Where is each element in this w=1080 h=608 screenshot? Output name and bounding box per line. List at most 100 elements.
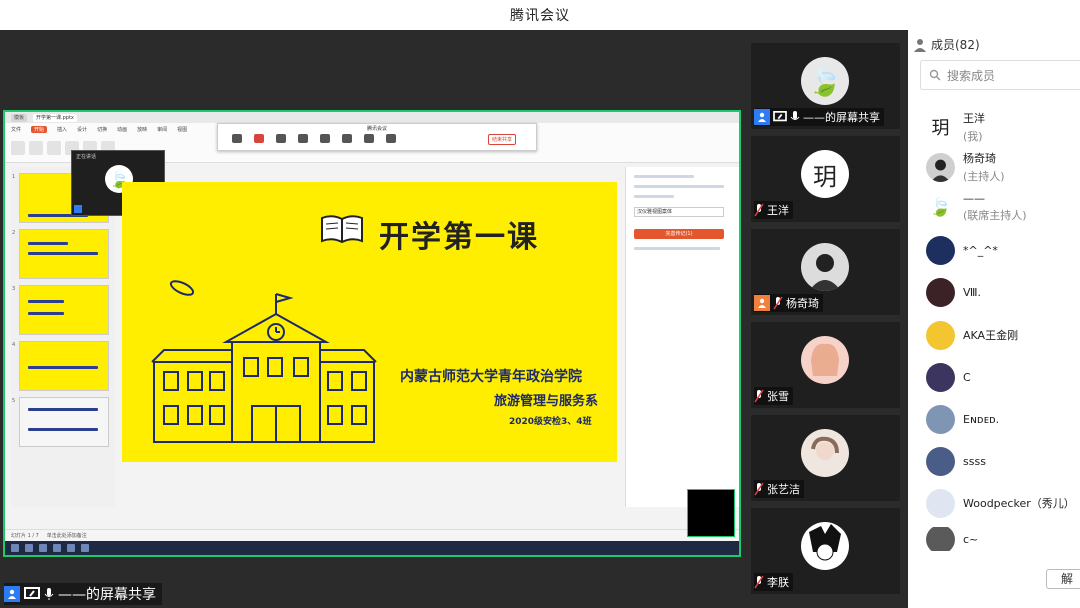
girl-icon: [801, 336, 849, 384]
member-name: c~: [963, 532, 979, 546]
mic-icon[interactable]: [232, 134, 242, 143]
person-icon: [801, 243, 849, 291]
ribbon-view[interactable]: 视图: [177, 126, 187, 133]
app-icon[interactable]: [81, 544, 89, 552]
search-icon[interactable]: [25, 544, 33, 552]
tool-icon[interactable]: [29, 141, 43, 155]
member-item[interactable]: c~: [926, 527, 1080, 551]
book-icon: [321, 215, 363, 244]
member-item[interactable]: C: [926, 360, 1080, 394]
camera-icon[interactable]: [254, 134, 264, 143]
member-header: 成员(82): [913, 36, 980, 53]
member-name: 王洋: [963, 112, 985, 125]
member-item[interactable]: *^_^*: [926, 233, 1080, 267]
member-name: ssss: [963, 454, 986, 468]
bottom-action-button[interactable]: 解: [1046, 569, 1080, 589]
member-name: AKA王金刚: [963, 329, 1019, 342]
user-icon: [4, 586, 20, 602]
ribbon-review[interactable]: 审阅: [157, 126, 167, 133]
more-icon[interactable]: [320, 134, 330, 143]
slide-thumb-2[interactable]: 2: [12, 229, 109, 279]
app-icon[interactable]: [39, 544, 47, 552]
chat-icon[interactable]: [298, 134, 308, 143]
annotate-icon[interactable]: [364, 134, 374, 143]
share-icon[interactable]: [342, 134, 352, 143]
ribbon-insert[interactable]: 插入: [57, 126, 67, 133]
video-tile[interactable]: 李朕: [751, 508, 900, 594]
end-share-button[interactable]: 结束共享: [487, 134, 516, 145]
mic-muted-icon: [754, 575, 764, 589]
member-item[interactable]: 杨奇琦 (主持人): [926, 150, 1080, 184]
member-name: *^_^*: [963, 243, 998, 257]
calligraphy-avatar: 玥: [926, 112, 955, 142]
sky-avatar: [926, 446, 955, 476]
video-tile[interactable]: 杨奇琦: [751, 229, 900, 315]
mic-muted-icon: [773, 296, 783, 310]
ppt-tab-bar: 模板 开学第一课.pptx: [5, 112, 739, 123]
video-tile[interactable]: 张艺洁: [751, 415, 900, 501]
ribbon-design[interactable]: 设计: [77, 126, 87, 133]
slide-thumb-4[interactable]: 4: [12, 341, 109, 391]
member-item[interactable]: Woodpecker（秀儿）: [926, 486, 1080, 520]
right-panel-button[interactable]: 完善传记(1): [634, 229, 724, 239]
member-item[interactable]: AKA王金刚: [926, 318, 1080, 352]
windows-taskbar: [5, 541, 739, 555]
tile-name: 张艺洁: [767, 483, 800, 496]
slide-title: 开学第一课: [379, 220, 539, 255]
members-icon[interactable]: [276, 134, 286, 143]
member-item[interactable]: 玥 王洋 (我): [926, 110, 1080, 144]
title-bar: 腾讯会议: [0, 0, 1080, 30]
ribbon-file[interactable]: 文件: [11, 126, 21, 133]
member-search-input[interactable]: 搜索成员: [920, 60, 1080, 90]
tool-icon[interactable]: [11, 141, 25, 155]
member-item[interactable]: Ⅷ.: [926, 275, 1080, 309]
member-name: Woodpecker（秀儿）: [963, 497, 1075, 510]
mic-muted-icon: [754, 482, 764, 496]
notes-hint[interactable]: 单击此处添加备注: [47, 533, 87, 539]
video-tile[interactable]: 🍃 ——的屏幕共享: [751, 43, 900, 129]
slide-class: 2020级安检3、4班: [509, 417, 592, 427]
member-role: (联席主持人): [963, 208, 1027, 222]
dark-purple-avatar: [926, 362, 955, 392]
member-item[interactable]: 🍃 —— (联席主持人): [926, 190, 1080, 224]
mic-muted-icon: [754, 203, 764, 217]
slide-count: 幻灯片 1 / 7: [11, 533, 39, 539]
app-icon[interactable]: [67, 544, 75, 552]
ribbon-slideshow[interactable]: 放映: [137, 126, 147, 133]
tile-name: 王洋: [767, 204, 789, 217]
main-stage: 模板 开学第一课.pptx 文件 开始 插入 设计 切换 动画 放映 审阅 视图…: [0, 30, 908, 608]
member-item[interactable]: Eɴᴅᴇᴅ.: [926, 402, 1080, 436]
slide-canvas[interactable]: 开学第一课 内蒙古师范大学青年政治学院 旅游管理与服务系 2020级安检3、4班: [122, 182, 617, 462]
video-tile[interactable]: 玥 王洋: [751, 136, 900, 222]
blue-gray-avatar: [926, 404, 955, 434]
dark-blue-avatar: [926, 235, 955, 265]
shared-screen[interactable]: 模板 开学第一课.pptx 文件 开始 插入 设计 切换 动画 放映 审阅 视图…: [3, 110, 741, 557]
slide-thumbnails: 1 2 3 4 5: [11, 167, 115, 507]
mic-icon: [790, 111, 800, 120]
font-field[interactable]: 汉仪雅视图案体: [634, 207, 724, 217]
video-tile[interactable]: 张雪: [751, 322, 900, 408]
slide-thumb-3[interactable]: 3: [12, 285, 109, 335]
ribbon-home[interactable]: 开始: [31, 126, 48, 133]
ppt-tab-active[interactable]: 开学第一课.pptx: [33, 113, 77, 122]
members-icon: [914, 38, 926, 52]
slide-school-name: 内蒙古师范大学青年政治学院: [400, 369, 582, 385]
tile-name: 杨奇琦: [786, 297, 819, 310]
record-icon[interactable]: [386, 134, 396, 143]
search-icon: [929, 69, 941, 81]
ppt-tab[interactable]: 模板: [11, 113, 28, 122]
meeting-bar-title: 腾讯会议: [366, 126, 387, 132]
user-icon: [754, 295, 770, 311]
ribbon-animation[interactable]: 动画: [117, 126, 127, 133]
school-building-illustration: [151, 280, 377, 443]
slide-thumb-5[interactable]: 5: [12, 397, 109, 447]
member-item[interactable]: ssss: [926, 444, 1080, 478]
start-icon[interactable]: [11, 544, 19, 552]
screen-share-icon: [24, 587, 40, 599]
meeting-control-bar: 腾讯会议 结束共享: [217, 123, 537, 151]
app-icon[interactable]: [53, 544, 61, 552]
tool-icon[interactable]: [47, 141, 61, 155]
app-title: 腾讯会议: [510, 8, 570, 24]
mini-camera-preview[interactable]: [687, 489, 735, 537]
ribbon-transition[interactable]: 切换: [97, 126, 107, 133]
